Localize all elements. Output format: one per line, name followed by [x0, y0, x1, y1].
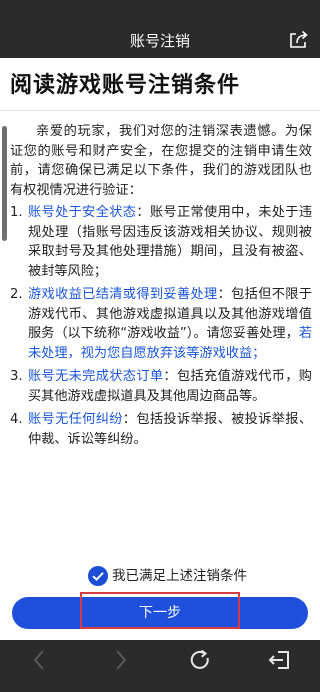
- condition-number: 4.: [10, 412, 23, 427]
- condition-number: 1.: [10, 205, 23, 220]
- share-export-icon[interactable]: [288, 30, 310, 50]
- condition-title: 账号无任何纠纷: [28, 412, 123, 427]
- condition-number: 2.: [10, 287, 23, 302]
- scroll-indicator[interactable]: [2, 126, 7, 241]
- back-icon[interactable]: [24, 644, 56, 676]
- condition-title: 游戏收益已结清或得到妥善处理: [28, 287, 218, 302]
- bottom-navigation-bar: [0, 640, 320, 692]
- intro-paragraph: 亲爱的玩家，我们对您的注销深表遗憾。为保证您的账号和财产安全，在您提交的注销申请…: [10, 124, 312, 198]
- conditions-heading: 阅读游戏账号注销条件: [10, 73, 241, 98]
- condition-item-2: 2. 游戏收益已结清或得到妥善处理：包括但不限于游戏代币、其他游戏虚拟道具以及其…: [10, 285, 312, 363]
- page-title: 账号注销: [129, 32, 190, 50]
- condition-item-3: 3. 账号无未完成状态订单：包括充值游戏代币，购买其他游戏虚拟道具及其他周边商品…: [10, 367, 312, 406]
- forward-icon[interactable]: [104, 644, 136, 676]
- condition-title: 账号处于安全状态: [28, 205, 137, 220]
- heading-divider: [0, 110, 320, 111]
- reload-icon[interactable]: [184, 644, 216, 676]
- condition-item-4: 4. 账号无任何纠纷：包括投诉举报、被投诉举报、仲裁、诉讼等纠纷。: [10, 410, 312, 449]
- conditions-content[interactable]: 阅读游戏账号注销条件 亲爱的玩家，我们对您的注销深表遗憾。为保证您的账号和财产安…: [0, 58, 320, 548]
- condition-number: 3.: [10, 369, 23, 384]
- agree-checkbox[interactable]: [88, 566, 108, 586]
- condition-title: 账号无未完成状态订单: [28, 369, 164, 384]
- checkmark-icon: [92, 572, 104, 582]
- condition-item-1: 1. 账号处于安全状态：账号正常使用中，未处于违规处理（指账号因违反该游戏相关协…: [10, 203, 312, 281]
- exit-icon[interactable]: [264, 644, 296, 676]
- agree-label: 我已满足上述注销条件: [112, 568, 247, 584]
- title-bar: 账号注销: [0, 0, 320, 58]
- next-button-highlight: [80, 592, 240, 629]
